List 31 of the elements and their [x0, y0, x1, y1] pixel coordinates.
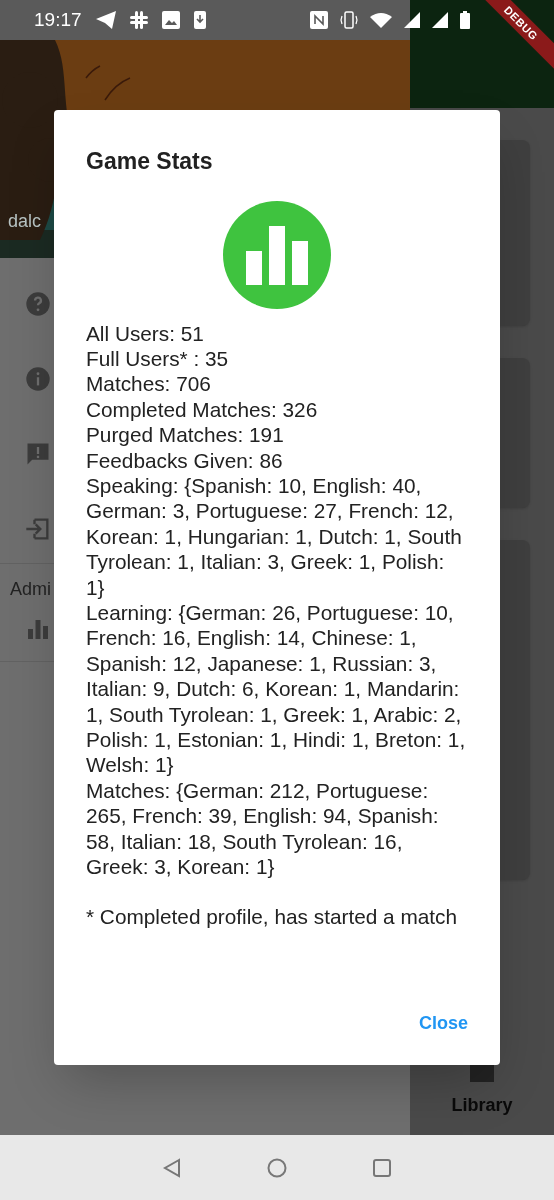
hash-icon	[129, 11, 148, 29]
stat-text: Feedbacks Given: 86	[86, 447, 284, 473]
stat-text: Learning: {German: 26, Portuguese: 10, French: 16, English: 14, Chinese: 1, Spanish: 12, Japanese: 1, Russian: 3, Italian: 9, Dutch: 6, Korean: 1, Mandarin: 1, South Tyrolean: 1, Greek: 1, Arabic: 2, Polish: 1, Estonian: 1, Hindi: 1, Breton: 1, Welsh: 1}	[86, 599, 467, 778]
stat-text: All Users: 51	[86, 320, 205, 346]
section-label: Admi	[10, 578, 51, 601]
signal-icon	[404, 12, 420, 28]
dialog-title: Game Stats	[86, 147, 214, 176]
battery-icon	[460, 11, 470, 29]
send-icon	[95, 11, 116, 29]
tab-label[interactable]: Library	[451, 1092, 513, 1119]
stat-text: Speaking: {Spanish: 10, English: 40, German: 3, Portuguese: 27, French: 12, Korean: 1, Hungarian: 1, Dutch: 1, South Tyrolean: 1, Italian: 3, Greek: 1, Polish: 1}	[86, 472, 463, 600]
stat-text: Purged Matches: 191	[86, 422, 285, 448]
status-time: 19:17	[34, 7, 82, 32]
recents-icon[interactable]	[371, 1157, 392, 1178]
footnote-text: * Completed profile, has started a match	[86, 904, 459, 930]
wifi-icon	[370, 12, 392, 28]
stat-text: Matches: 706	[86, 371, 212, 397]
user-name: dalc	[8, 210, 42, 233]
help-icon	[24, 290, 52, 318]
home-icon[interactable]	[267, 1157, 287, 1178]
signal-icon	[432, 12, 448, 28]
bar-chart-icon	[223, 200, 331, 309]
nfc-icon	[310, 11, 328, 29]
vibrate-icon	[340, 11, 358, 29]
stat-text: Completed Matches: 326	[86, 396, 319, 423]
info-icon	[24, 365, 52, 393]
bar-chart-icon	[26, 617, 50, 641]
back-icon[interactable]	[162, 1157, 183, 1178]
stat-text: Matches: {German: 212, Portuguese: 265, French: 39, English: 94, Spanish: 58, Italian: 18, South Tyrolean: 16, Greek: 3, Korean: 1}	[86, 777, 440, 880]
close-button[interactable]: Close	[410, 1004, 476, 1043]
stat-text: Full Users* : 35	[86, 345, 230, 372]
